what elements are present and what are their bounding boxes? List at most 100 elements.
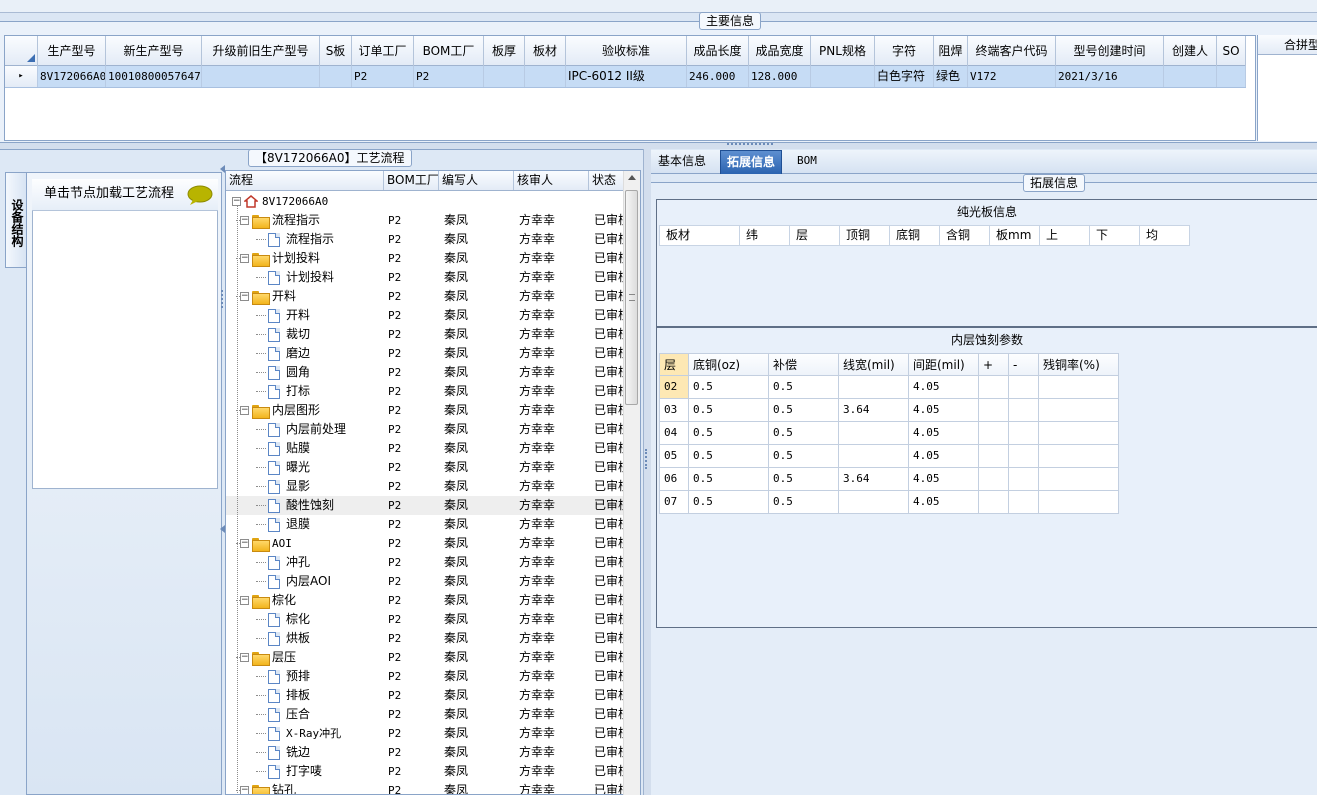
vertical-splitter[interactable]: [643, 149, 651, 795]
tree-item-row[interactable]: 冲孔 P2 秦凤 方幸幸 已审核: [226, 553, 624, 572]
load-process-box[interactable]: [32, 179, 218, 489]
inner-etch-row[interactable]: 03 0.5 0.5 3.64 4.05: [659, 399, 1119, 422]
inner-etch-cell[interactable]: 4.05: [909, 399, 979, 422]
main-grid-col-header[interactable]: 验收标准: [566, 36, 687, 66]
main-grid-col-header[interactable]: 订单工厂: [352, 36, 414, 66]
inner-etch-row[interactable]: 06 0.5 0.5 3.64 4.05: [659, 468, 1119, 491]
inner-etch-cell[interactable]: [979, 468, 1009, 491]
inner-etch-cell[interactable]: [1039, 376, 1119, 399]
inner-etch-cell[interactable]: 4.05: [909, 468, 979, 491]
tree-folder-row[interactable]: − 棕化 P2 秦凤 方幸幸 已审核: [226, 591, 624, 610]
tree-item-row[interactable]: 曝光 P2 秦凤 方幸幸 已审核: [226, 458, 624, 477]
tree-folder-row[interactable]: − 内层图形 P2 秦凤 方幸幸 已审核: [226, 401, 624, 420]
tree-item-row[interactable]: 开料 P2 秦凤 方幸幸 已审核: [226, 306, 624, 325]
layer-cell[interactable]: 06: [659, 468, 689, 491]
inner-etch-col-header[interactable]: +: [979, 353, 1009, 376]
inner-etch-col-header[interactable]: 层: [659, 353, 689, 376]
main-info-grid[interactable]: 生产型号 新生产型号 升级前旧生产型号 S板 订单工厂 BOM工厂 板厚 板材 验收标准 成品长度…: [4, 35, 1256, 141]
inner-etch-cell[interactable]: [839, 422, 909, 445]
inner-etch-row[interactable]: 07 0.5 0.5 4.05: [659, 491, 1119, 514]
main-grid-col-header[interactable]: 成品长度: [687, 36, 749, 66]
inner-etch-col-header[interactable]: 间距(mil): [909, 353, 979, 376]
tree-item-row[interactable]: 打字唛 P2 秦凤 方幸幸 已审核: [226, 762, 624, 781]
bare-board-col-header[interactable]: 层: [790, 225, 840, 246]
inner-etch-cell[interactable]: 0.5: [689, 376, 769, 399]
tree-folder-row[interactable]: − 层压 P2 秦凤 方幸幸 已审核: [226, 648, 624, 667]
tree-item-row[interactable]: 预排 P2 秦凤 方幸幸 已审核: [226, 667, 624, 686]
main-grid-col-header[interactable]: 终端客户代码: [968, 36, 1056, 66]
tab-basic-info[interactable]: 基本信息: [652, 150, 712, 174]
tree-folder-row[interactable]: − 流程指示 P2 秦凤 方幸幸 已审核: [226, 211, 624, 230]
inner-etch-cell[interactable]: [1039, 399, 1119, 422]
tree-item-row[interactable]: 排板 P2 秦凤 方幸幸 已审核: [226, 686, 624, 705]
main-grid-cell[interactable]: [484, 66, 525, 87]
inner-etch-cell[interactable]: 3.64: [839, 399, 909, 422]
inner-etch-cell[interactable]: 0.5: [689, 399, 769, 422]
tree-item-row[interactable]: 打标 P2 秦凤 方幸幸 已审核: [226, 382, 624, 401]
main-grid-cell[interactable]: 白色字符: [875, 66, 934, 87]
inner-etch-cell[interactable]: [979, 445, 1009, 468]
collapse-icon[interactable]: −: [240, 653, 249, 662]
inner-etch-cell[interactable]: 0.5: [769, 422, 839, 445]
process-tree[interactable]: 流程 BOM工厂 编写人 核审人 状态 −8V172066A0− 流程指示 P2 秦凤 方幸幸已…: [225, 170, 641, 795]
inner-etch-cell[interactable]: [1009, 376, 1039, 399]
tree-root-node[interactable]: − 8V172066A0: [226, 192, 624, 211]
inner-etch-cell[interactable]: 0.5: [769, 376, 839, 399]
main-grid-cell[interactable]: [320, 66, 352, 87]
main-grid-col-header[interactable]: 新生产型号: [106, 36, 202, 66]
tab-bom[interactable]: BOM: [791, 150, 823, 174]
tree-item-row[interactable]: 计划投料 P2 秦凤 方幸幸 已审核: [226, 268, 624, 287]
inner-etch-cell[interactable]: [979, 399, 1009, 422]
inner-etch-col-header[interactable]: 残铜率(%): [1039, 353, 1119, 376]
main-grid-col-header[interactable]: PNL规格: [811, 36, 875, 66]
inner-etch-col-header[interactable]: 补偿: [769, 353, 839, 376]
inner-etch-cell[interactable]: 0.5: [689, 445, 769, 468]
collapse-icon[interactable]: −: [240, 596, 249, 605]
tree-item-row[interactable]: 内层AOI P2 秦凤 方幸幸 已审核: [226, 572, 624, 591]
layer-cell[interactable]: 02: [659, 376, 689, 399]
collapse-icon[interactable]: −: [240, 786, 249, 794]
tree-folder-row[interactable]: − AOI P2 秦凤 方幸幸 已审核: [226, 534, 624, 553]
tab-equipment-structure[interactable]: 设备结构: [5, 172, 27, 268]
tree-item-row[interactable]: 压合 P2 秦凤 方幸幸 已审核: [226, 705, 624, 724]
tree-item-row[interactable]: 显影 P2 秦凤 方幸幸 已审核: [226, 477, 624, 496]
inner-etch-cell[interactable]: [979, 491, 1009, 514]
inner-etch-cell[interactable]: [1039, 491, 1119, 514]
collapse-icon[interactable]: −: [240, 216, 249, 225]
main-grid-col-header[interactable]: 成品宽度: [749, 36, 811, 66]
tree-col-header[interactable]: BOM工厂: [384, 171, 439, 190]
scroll-up-icon[interactable]: [628, 175, 636, 180]
inner-etch-row[interactable]: 05 0.5 0.5 4.05: [659, 445, 1119, 468]
inner-etch-cell[interactable]: 0.5: [689, 422, 769, 445]
inner-etch-grid[interactable]: 层底铜(oz) 补偿 线宽(mil) 间距(mil) + - 残铜率(%) 02 0.5 0.5 4…: [659, 353, 1119, 514]
collapse-icon[interactable]: −: [240, 539, 249, 548]
tree-item-row[interactable]: 铣边 P2 秦凤 方幸幸 已审核: [226, 743, 624, 762]
inner-etch-cell[interactable]: [1039, 468, 1119, 491]
main-grid-row[interactable]: ▸ 8V172066A0 10010800057647 P2 P2 IPC-6012 II…: [5, 66, 1246, 88]
tree-item-row[interactable]: 退膜 P2 秦凤 方幸幸 已审核: [226, 515, 624, 534]
tree-item-row[interactable]: 贴膜 P2 秦凤 方幸幸 已审核: [226, 439, 624, 458]
inner-etch-row[interactable]: 04 0.5 0.5 4.05: [659, 422, 1119, 445]
collapse-icon[interactable]: −: [232, 197, 241, 206]
inner-etch-cell[interactable]: 0.5: [689, 468, 769, 491]
tab-extended-info[interactable]: 拓展信息: [720, 150, 783, 174]
inner-etch-cell[interactable]: 4.05: [909, 376, 979, 399]
inner-etch-row[interactable]: 02 0.5 0.5 4.05: [659, 376, 1119, 399]
main-grid-col-header[interactable]: S板: [320, 36, 352, 66]
bare-board-col-header[interactable]: 含铜: [940, 225, 990, 246]
collapse-icon[interactable]: −: [240, 254, 249, 263]
bare-board-col-header[interactable]: 顶铜: [840, 225, 890, 246]
main-grid-cell[interactable]: P2: [352, 66, 414, 87]
main-grid-cell[interactable]: 绿色: [934, 66, 968, 87]
bare-board-col-header[interactable]: 底铜: [890, 225, 940, 246]
inner-etch-cell[interactable]: [1009, 399, 1039, 422]
main-grid-cell[interactable]: [811, 66, 875, 87]
tree-item-row[interactable]: 圆角 P2 秦凤 方幸幸 已审核: [226, 363, 624, 382]
inner-etch-cell[interactable]: 0.5: [769, 445, 839, 468]
bare-board-col-header[interactable]: 下: [1090, 225, 1140, 246]
inner-etch-cell[interactable]: [1009, 445, 1039, 468]
main-grid-col-header[interactable]: 板材: [525, 36, 566, 66]
main-grid-cell[interactable]: [1164, 66, 1217, 87]
inner-etch-cell[interactable]: 0.5: [769, 468, 839, 491]
tree-item-row[interactable]: 磨边 P2 秦凤 方幸幸 已审核: [226, 344, 624, 363]
